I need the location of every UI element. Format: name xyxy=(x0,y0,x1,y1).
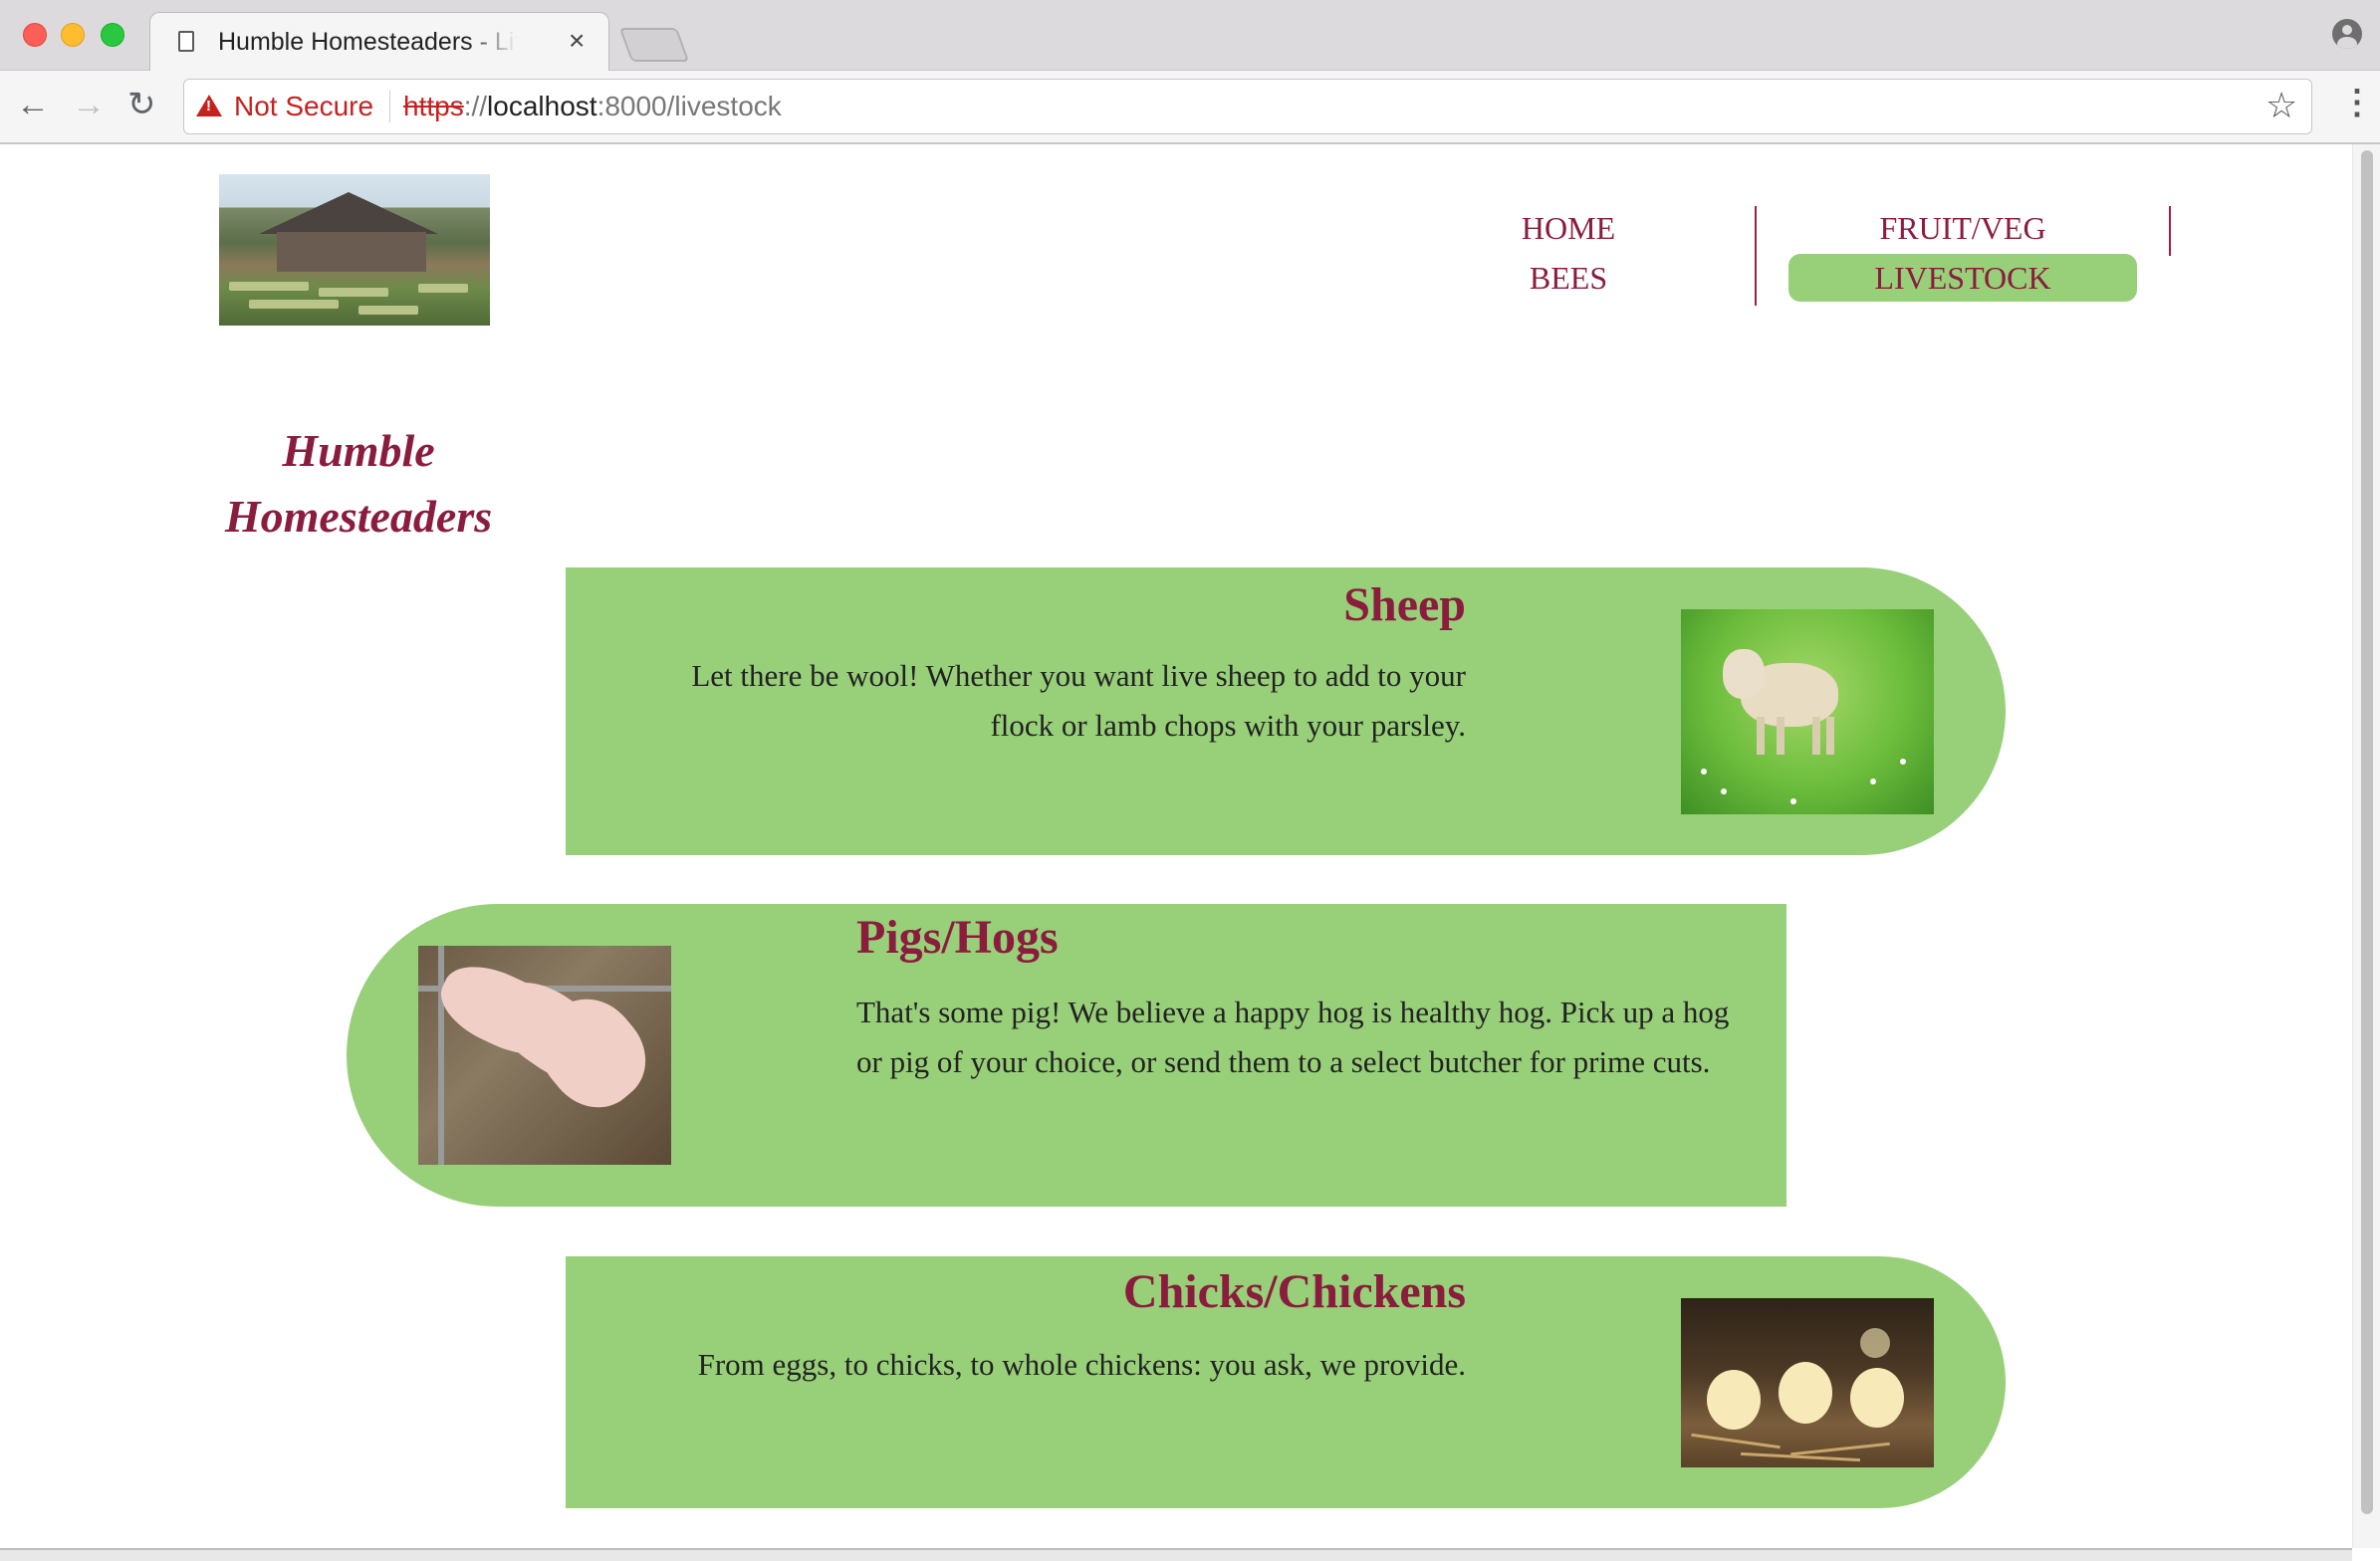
tab-title: Humble Homesteaders - Livestock xyxy=(218,28,517,56)
livestock-card-pigs: Pigs/Hogs That's some pig! We believe a … xyxy=(347,904,1786,1207)
browser-tab[interactable]: Humble Homesteaders - Livestock × xyxy=(149,12,609,71)
scrollbar-thumb[interactable] xyxy=(2361,150,2373,1514)
nav-fruit-veg[interactable]: FRUIT/VEG xyxy=(1788,204,2137,252)
url-scheme: https xyxy=(403,91,464,121)
browser-toolbar: ← → ↻ Not Secure https://localhost:8000/… xyxy=(0,71,2380,144)
arrow-left-icon[interactable]: ← xyxy=(16,85,50,124)
site-title-line1: Humble xyxy=(282,425,435,476)
card-title: Sheep xyxy=(1343,578,1466,631)
document-icon xyxy=(178,31,194,52)
minimize-window-button[interactable] xyxy=(61,23,85,47)
card-title: Pigs/Hogs xyxy=(856,911,1059,964)
main-nav: HOME FRUIT/VEG BEES LIVESTOCK xyxy=(1414,204,2191,314)
kebab-menu-icon[interactable]: ⋮ xyxy=(2340,83,2374,122)
warning-triangle-icon xyxy=(196,95,222,116)
card-text: From eggs, to chicks, to whole chickens:… xyxy=(697,1347,1466,1382)
nav-home[interactable]: HOME xyxy=(1464,204,1673,252)
star-icon[interactable]: ☆ xyxy=(2265,84,2297,127)
page-viewport: HOME FRUIT/VEG BEES LIVESTOCK Humble Hom… xyxy=(0,144,2352,1548)
card-text: Let there be wool! Whether you want live… xyxy=(691,658,1466,743)
url-separator: :// xyxy=(463,91,488,121)
card-text: That's some pig! We believe a happy hog … xyxy=(856,995,1730,1079)
chicks-photo xyxy=(1681,1298,1934,1467)
url-text[interactable]: https://localhost:8000/livestock xyxy=(403,90,782,123)
close-window-button[interactable] xyxy=(23,23,47,47)
profile-icon[interactable] xyxy=(2332,19,2362,49)
logo-image[interactable] xyxy=(219,174,490,326)
browser-tab-bar: Humble Homesteaders - Livestock × xyxy=(0,0,2380,71)
card-title: Chicks/Chickens xyxy=(1122,1265,1466,1318)
omnibox-divider xyxy=(389,91,390,122)
new-tab-button[interactable] xyxy=(618,28,690,62)
livestock-card-sheep: Sheep Let there be wool! Whether you wan… xyxy=(566,567,2006,855)
url-path: :8000/livestock xyxy=(596,91,782,121)
address-bar[interactable]: Not Secure https://localhost:8000/livest… xyxy=(183,79,2312,134)
tab-close-icon[interactable]: × xyxy=(569,26,585,56)
reload-icon[interactable]: ↻ xyxy=(127,85,156,124)
maximize-window-button[interactable] xyxy=(101,23,124,47)
arrow-right-icon[interactable]: → xyxy=(72,85,106,124)
vertical-scrollbar[interactable] xyxy=(2352,144,2380,1548)
nav-divider xyxy=(1755,206,1757,306)
nav-bees[interactable]: BEES xyxy=(1464,254,1673,302)
livestock-card-chickens: Chicks/Chickens From eggs, to chicks, to… xyxy=(566,1256,2006,1508)
nav-divider xyxy=(2169,206,2171,256)
url-host: localhost xyxy=(487,91,597,121)
site-title: Humble Homesteaders xyxy=(199,418,518,550)
nav-livestock[interactable]: LIVESTOCK xyxy=(1788,254,2137,302)
pigs-photo xyxy=(418,946,671,1165)
site-title-line2: Homesteaders xyxy=(224,491,493,542)
download-shelf-edge xyxy=(0,1548,2352,1561)
security-status[interactable]: Not Secure xyxy=(234,90,373,123)
sheep-photo xyxy=(1681,609,1934,814)
